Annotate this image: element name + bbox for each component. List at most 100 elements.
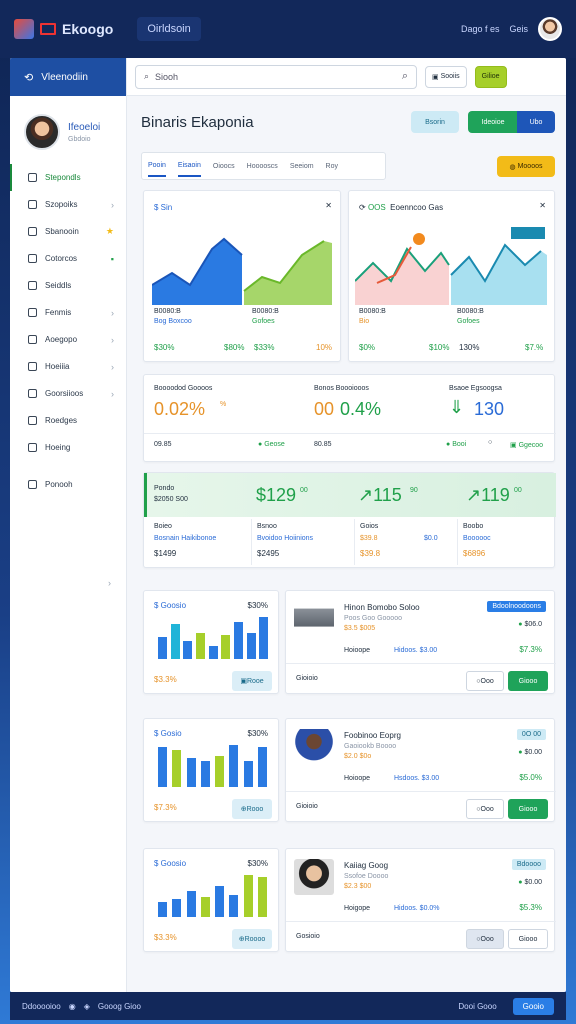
top-nav-item[interactable]: Oirldsoin xyxy=(137,17,201,41)
bar-area xyxy=(156,873,270,917)
banner-v3-text: 119 xyxy=(481,485,510,505)
sidebar-item-3[interactable]: Cotorcos ▪ xyxy=(10,245,126,272)
product-secondary-button[interactable]: ○ Ooo xyxy=(466,799,504,819)
sidebar-item-9[interactable]: Roedges xyxy=(10,407,126,434)
sidebar-header-label: Vleenodiin xyxy=(41,71,88,83)
product-badge[interactable]: 0O 00 xyxy=(516,729,546,740)
sidebar-collapse-icon[interactable]: › xyxy=(108,578,111,588)
chart-left-title: $ Sin xyxy=(154,203,172,212)
sidebar-item-6[interactable]: Aoegopo › xyxy=(10,326,126,353)
banner-l2: $2050 S00 xyxy=(154,496,188,503)
chevron-right-icon: ★ xyxy=(105,226,114,236)
chart-right-v4: $7.% xyxy=(525,343,544,352)
sidebar-item-11[interactable]: Ponooh xyxy=(10,471,126,498)
bar-card-button-label: Rooe xyxy=(246,677,264,685)
bar xyxy=(215,756,224,787)
info-button-label: Bsorin xyxy=(425,118,445,126)
bar xyxy=(257,877,267,917)
bar xyxy=(243,875,253,917)
bottom-button[interactable]: Gooio xyxy=(512,997,554,1015)
kpi-f4[interactable]: ● Booi xyxy=(446,441,466,448)
tab-4[interactable]: Seeiom xyxy=(290,163,314,170)
blue-button[interactable]: Ubo xyxy=(517,111,555,133)
kpi-v1: 0.02% xyxy=(154,399,206,419)
green-button[interactable]: Ideoioe xyxy=(468,111,518,133)
banner-col-label: Bvoidoo Hoiinions xyxy=(257,535,314,542)
product-primary-button[interactable]: Giooo xyxy=(508,671,548,691)
nav-icon xyxy=(28,480,37,489)
dollar-icon: $ xyxy=(154,729,161,738)
chart-right-v2: $10% xyxy=(429,343,450,352)
search-input[interactable]: ⌕ Siooh ⌕ xyxy=(135,64,417,89)
close-icon[interactable]: ✕ xyxy=(325,201,332,210)
bottom-right: Dooi Gooo xyxy=(458,1001,497,1011)
banner-col-label: $39.8 xyxy=(360,535,378,542)
close-icon[interactable]: ✕ xyxy=(539,201,546,210)
product-secondary-button[interactable]: ○ Ooo xyxy=(466,929,504,949)
sidebar-item-5[interactable]: Fenmis › xyxy=(10,299,126,326)
chart-right-area xyxy=(355,227,547,305)
refresh-icon: ⟳ xyxy=(359,203,368,212)
nav-icon xyxy=(28,308,37,317)
sidebar-item-7[interactable]: Hoeiiia › xyxy=(10,353,126,380)
product-price: $2.0 $0o xyxy=(344,753,372,760)
bar xyxy=(229,895,239,917)
product-secondary-button[interactable]: ○ Ooo xyxy=(466,671,504,691)
magnifier-icon[interactable]: ⌕ xyxy=(402,70,408,83)
bar-card-button[interactable]: ▣ Rooe xyxy=(232,671,272,691)
bar-card-button[interactable]: ⊕ Rooo xyxy=(232,799,272,819)
divider xyxy=(144,433,556,434)
chart-right-title-text: OOS xyxy=(367,203,386,212)
top-link-2[interactable]: Geis xyxy=(509,24,528,34)
bar-card-button-label: Rooo xyxy=(246,805,264,813)
bar-card-title-text: Goosio xyxy=(160,601,187,610)
user-avatar[interactable] xyxy=(538,17,562,41)
main-content: ⌕ Siooh ⌕ ▣ Sooiis Gilioe Binaris Ekapon… xyxy=(127,58,566,992)
sidebar-item-10[interactable]: Hoeing xyxy=(10,434,126,461)
kpi-toggle-icon[interactable]: ○ xyxy=(488,439,492,446)
tab-3[interactable]: Hooooscs xyxy=(247,163,278,170)
sidebar-header[interactable]: ⟲ Vleenodiin xyxy=(10,58,126,96)
person-image xyxy=(294,859,334,895)
product-primary-button[interactable]: Giooo xyxy=(508,929,548,949)
kpi-v2b: 0.4% xyxy=(340,399,382,419)
nav-icon xyxy=(28,173,37,182)
tab-0[interactable]: Pooin xyxy=(148,156,166,177)
action-button[interactable]: Gilioe xyxy=(474,65,507,88)
app-window: ⟲ Vleenodiin Ifeoeloi Gbdoio Stepondls Sz… xyxy=(10,58,566,992)
tab-5[interactable]: Roy xyxy=(326,163,338,170)
bar-card-value: $30% xyxy=(247,859,268,868)
chart-left-v2: $80% xyxy=(224,343,245,352)
product-primary-button[interactable]: Giooo xyxy=(508,799,548,819)
sidebar-item-1[interactable]: Szopoiks › xyxy=(10,191,126,218)
bar xyxy=(186,890,196,917)
product-badge[interactable]: Bdoooo xyxy=(511,859,546,870)
bar-card-button[interactable]: ⊕ Roooo xyxy=(232,929,272,949)
sidebar-item-2[interactable]: Sbanooin ★ xyxy=(10,218,126,245)
sidebar-item-8[interactable]: Goorsiioos › xyxy=(10,380,126,407)
brand-logo[interactable]: Ekoogo xyxy=(14,19,113,39)
product-sub: Poos Goo Gooooo xyxy=(344,615,402,622)
bar-chart-card: $ Goosio $30% $3.3% ▣ Rooe xyxy=(143,590,279,694)
product-badge[interactable]: Bdoolnoodoons xyxy=(487,601,546,612)
sidebar-item-4[interactable]: Seiddls xyxy=(10,272,126,299)
bar-card-title: $ Goosio xyxy=(154,601,186,610)
product-foot: Gosioio xyxy=(296,933,320,940)
kpi-f5[interactable]: ▣ Ggecoo xyxy=(510,441,543,449)
product-meta2: Hsdoos. $3.00 xyxy=(394,775,440,782)
banner-col-head: Bsnoo xyxy=(257,523,277,530)
tab-1[interactable]: Eisaoin xyxy=(177,156,201,177)
kpi-h2: Bonos Boooiooos xyxy=(314,385,369,392)
product-price: $3.5 $005 xyxy=(344,625,376,632)
kpi-v1-suffix: % xyxy=(220,401,227,408)
kpi-f2[interactable]: ● Geose xyxy=(258,441,285,448)
yellow-button[interactable]: ◍ Moooos xyxy=(497,156,555,177)
profile[interactable]: Ifeoeloi Gbdoio xyxy=(10,96,126,164)
filter-button[interactable]: ▣ Sooiis xyxy=(425,65,467,88)
product-card: Foobinoo Eoprg Gaoiookb Boooo $2.0 $0o 0O 0… xyxy=(285,718,556,822)
top-link-1[interactable]: Dago f es xyxy=(461,24,500,34)
tab-2[interactable]: Oioocs xyxy=(213,163,235,170)
info-button[interactable]: Bsorin xyxy=(411,111,459,133)
sidebar-item-0[interactable]: Stepondls xyxy=(10,164,126,191)
profile-name: Ifeoeloi xyxy=(68,121,101,133)
